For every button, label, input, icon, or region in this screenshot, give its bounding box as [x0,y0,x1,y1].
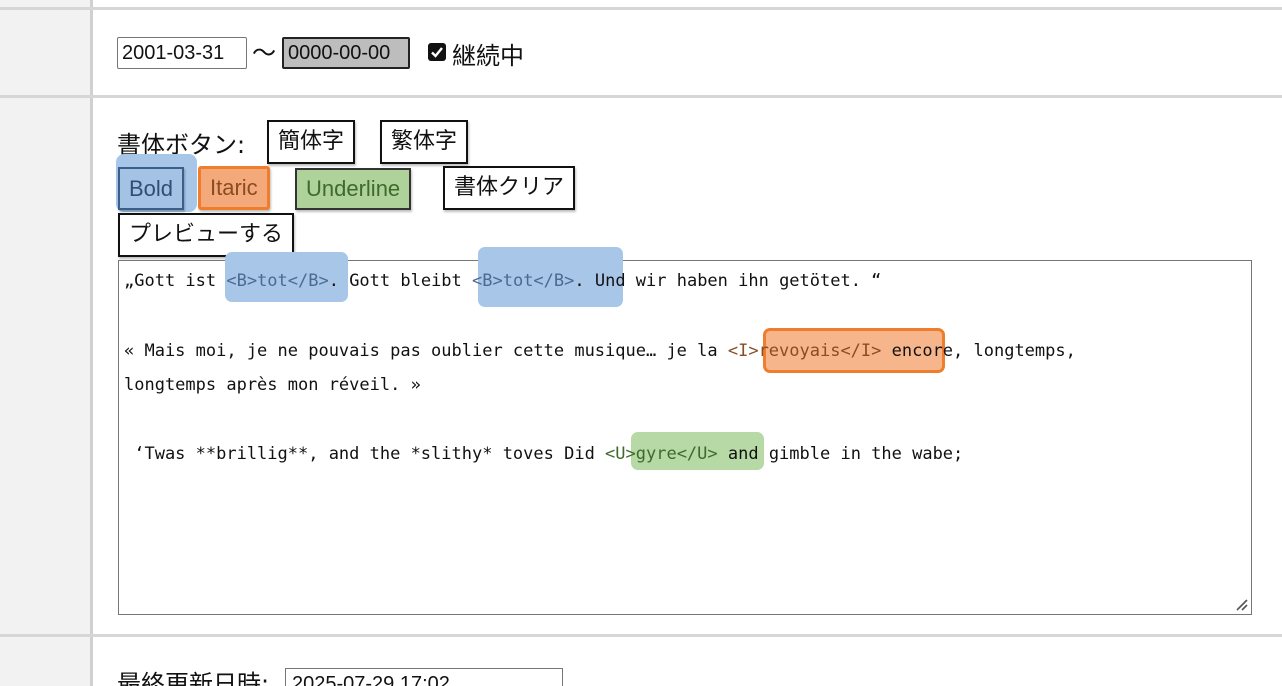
text-run: . Gott bleibt [328,271,473,291]
row-divider [0,634,1282,637]
ongoing-checkbox[interactable] [428,43,446,61]
bold-tag: <B>tot</B> [472,271,575,291]
row-divider [0,7,1282,10]
editor-line: longtemps après mon réveil. » [124,375,421,395]
underline-button[interactable]: Underline [295,168,412,210]
text-run: « Mais moi, je ne pouvais pas oublier ce… [124,341,728,361]
text-run: „Gott ist [124,271,227,291]
editor-line: « Mais moi, je ne pouvais pas oublier ce… [124,341,1076,361]
end-date-input[interactable] [282,37,410,69]
text-run: and gimble in the wabe; [717,444,964,464]
row-divider [0,95,1282,98]
last-updated-label: 最終更新日時: [117,670,270,686]
clear-font-button[interactable]: 書体クリア [443,166,576,210]
edit-form: ～ 継続中 書体ボタン: 簡体字 繁体字 Bold Itaric Underli… [0,0,1282,686]
simplified-chinese-button[interactable]: 簡体字 [267,120,356,164]
ongoing-label[interactable]: 継続中 [452,36,524,71]
bold-tag: <B>tot</B> [226,271,329,291]
start-date-input[interactable] [117,37,247,69]
preview-button[interactable]: プレビューする [118,213,295,257]
text-run: . Und wir haben ihn getötet. “ [574,271,882,291]
italic-tag: <I>revoyais</I> [727,341,882,361]
underline-tag: <U>gyre</U> [605,444,718,464]
text-run: encore, longtemps, [881,341,1076,361]
checkmark-icon [431,47,443,58]
label-column [0,0,93,686]
text-run: ‘Twas **brillig**, and the *slithy* tove… [124,444,606,464]
resize-grip-icon[interactable] [1234,597,1248,611]
bold-button[interactable]: Bold [118,167,185,210]
editor-line: „Gott ist <B>tot</B>. Gott bleibt <B>tot… [124,271,881,291]
body-textarea[interactable]: „Gott ist <B>tot</B>. Gott bleibt <B>tot… [118,247,1252,615]
date-range-separator: ～ [252,39,276,67]
last-updated-input[interactable] [285,668,563,686]
traditional-chinese-button[interactable]: 繁体字 [380,120,469,164]
editor-line: ‘Twas **brillig**, and the *slithy* tove… [124,444,963,464]
italic-button[interactable]: Itaric [198,166,270,210]
